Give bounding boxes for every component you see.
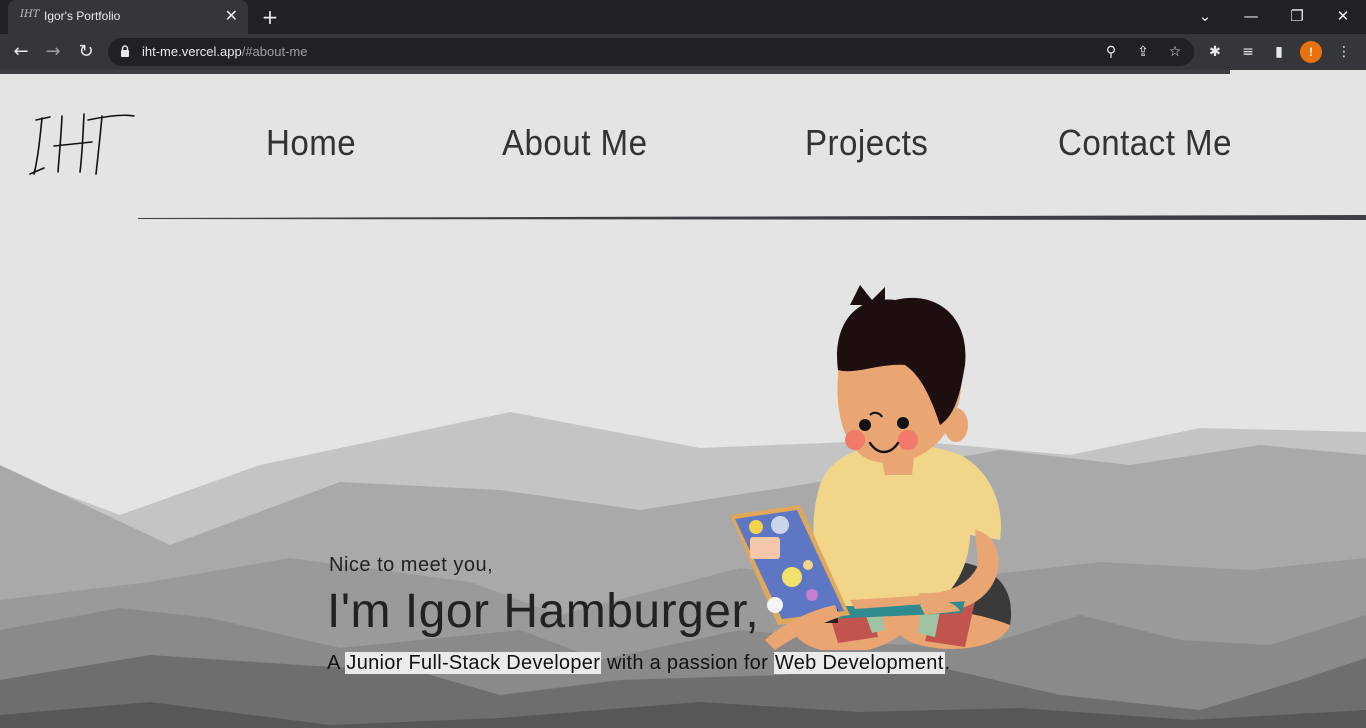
address-bar[interactable]: iht-me.vercel.app/#about-me ⚲ ⇪ ☆	[108, 38, 1194, 66]
url-path: /#about-me	[241, 44, 308, 59]
lock-icon	[121, 45, 129, 57]
minimize-button[interactable]: —	[1236, 5, 1266, 27]
boy-with-laptop-illustration	[730, 285, 1012, 650]
close-window-button[interactable]: ✕	[1328, 5, 1358, 27]
nav-about-me[interactable]: About Me	[502, 122, 647, 164]
back-arrow-icon[interactable]: ←	[10, 41, 32, 63]
side-panel-icon[interactable]: ▮	[1269, 42, 1289, 62]
nav-contact-me[interactable]: Contact Me	[1058, 122, 1232, 164]
restore-button[interactable]: ❐	[1282, 5, 1312, 27]
tab-search-icon[interactable]: ⌄	[1190, 5, 1220, 27]
chrome-menu-icon[interactable]: ⋮	[1334, 42, 1354, 62]
tagline-field-highlight: Web Development	[773, 652, 945, 674]
share-icon[interactable]: ⇪	[1134, 43, 1152, 61]
tagline-role-highlight: Junior Full-Stack Developer	[345, 652, 602, 674]
browser-tab[interactable]: IHT Igor's Portfolio ✕	[8, 0, 248, 34]
url-text[interactable]: iht-me.vercel.app/#about-me	[142, 44, 307, 59]
browser-toolbar: ← → ↻ iht-me.vercel.app/#about-me ⚲ ⇪ ☆ …	[0, 34, 1366, 70]
tab-title: Igor's Portfolio	[44, 9, 121, 23]
header-top-divider	[0, 70, 1230, 74]
portfolio-page: Home About Me Projects Contact Me Nice t…	[0, 70, 1366, 728]
url-host: iht-me.vercel.app	[142, 44, 242, 59]
hero-name: I'm Igor Hamburger,	[327, 585, 760, 638]
tagline-prefix: A	[327, 652, 346, 674]
new-tab-button[interactable]: +	[258, 5, 282, 29]
extensions-icon[interactable]: ✱	[1205, 42, 1225, 62]
hero-tagline: A Junior Full-Stack Developer with a pas…	[327, 652, 950, 675]
bookmark-star-icon[interactable]: ☆	[1166, 43, 1184, 61]
zoom-icon[interactable]: ⚲	[1102, 43, 1120, 61]
tagline-mid: with a passion for	[601, 652, 774, 674]
nav-home[interactable]: Home	[266, 122, 356, 164]
tagline-suffix: .	[944, 652, 951, 674]
reload-icon[interactable]: ↻	[75, 41, 97, 63]
forward-arrow-icon[interactable]: →	[42, 41, 64, 63]
profile-avatar[interactable]: !	[1300, 41, 1322, 63]
media-controls-icon[interactable]: ≡	[1238, 42, 1258, 62]
browser-titlebar: IHT Igor's Portfolio ✕ + ⌄ — ❐ ✕	[0, 0, 1366, 34]
tab-close-icon[interactable]: ✕	[225, 7, 238, 25]
greeting-text: Nice to meet you,	[329, 554, 494, 576]
nav-divider	[138, 215, 1366, 220]
tab-favicon-icon: IHT	[20, 9, 40, 20]
site-logo[interactable]	[28, 108, 138, 178]
nav-projects[interactable]: Projects	[805, 122, 928, 164]
